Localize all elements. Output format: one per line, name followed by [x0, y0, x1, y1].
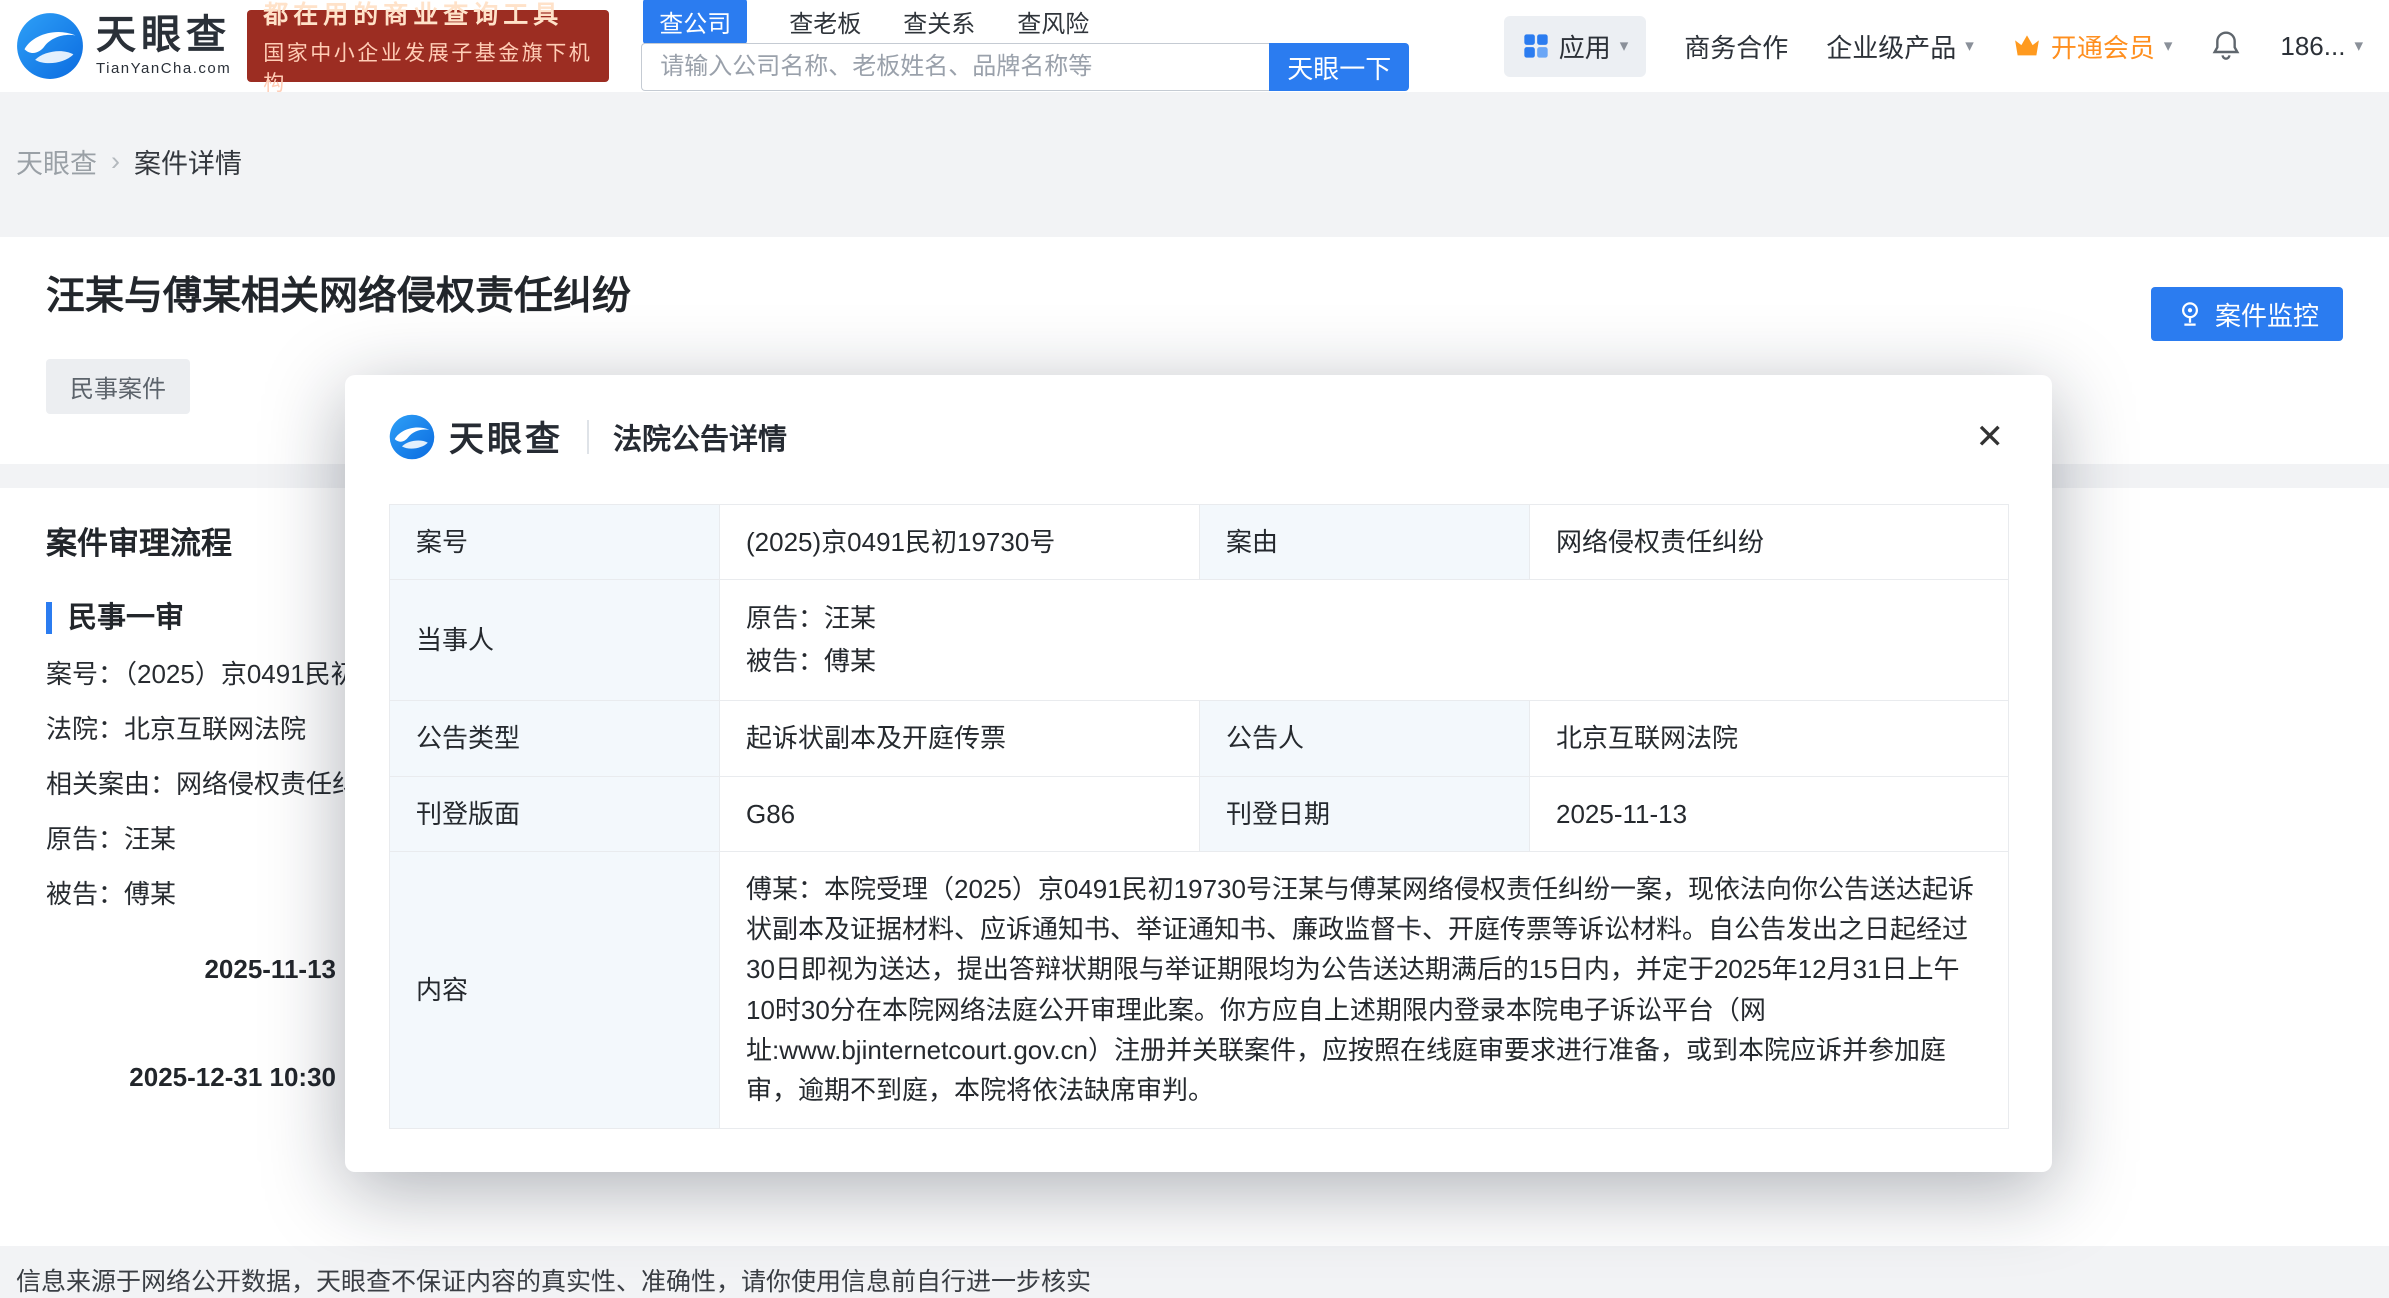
footer-disclaimer: 信息来源于网络公开数据，天眼查不保证内容的真实性、准确性，请你使用信息前自行进一… [16, 1268, 1092, 1296]
close-icon[interactable]: ✕ [1972, 416, 2009, 458]
court-notice-table: 案号 (2025)京0491民初19730号 案由 网络侵权责任纠纷 当事人 原… [389, 503, 2009, 1129]
case-timeline: 2025-11-13 2025-12-31 10:30 [46, 953, 382, 1093]
chevron-down-icon: ▾ [2163, 36, 2173, 55]
nav-apps[interactable]: 应用 ▾ [1503, 15, 1647, 77]
notice-type-value: 起诉状副本及开庭传票 [719, 700, 1200, 777]
promo-line-1: 都在用的商业查询工具 [263, 1, 564, 29]
top-header: 天眼查 TianYanCha.com 都在用的商业查询工具 国家中小企业发展子基… [0, 0, 2389, 95]
nav-enterprise-label: 企业级产品 [1826, 32, 1957, 63]
parties-label: 当事人 [389, 579, 720, 702]
search-area: 查公司 查老板 查关系 查风险 天眼一下 [641, 0, 1410, 91]
promo-line-2: 国家中小企业发展子基金旗下机构 [263, 42, 593, 95]
nav-vip-label: 开通会员 [2050, 32, 2155, 63]
search-tabs: 查公司 查老板 查关系 查风险 [641, 0, 1409, 44]
content-value: 傅某：本院受理（2025）京0491民初19730号汪某与傅某网络侵权责任纠纷一… [719, 850, 2009, 1129]
header-nav: 应用 ▾ 商务合作 企业级产品 ▾ 开通会员 ▾ 186... ▾ [1503, 15, 2363, 77]
modal-header: 天眼查 法院公告详情 ✕ [345, 375, 2052, 490]
brand-name: 天眼查 [96, 13, 231, 57]
chevron-down-icon: ▾ [2354, 36, 2363, 55]
nav-cooperation-label: 商务合作 [1684, 32, 1789, 63]
timeline-item: 2025-11-13 [46, 953, 382, 985]
announcer-value: 北京互联网法院 [1529, 700, 2009, 777]
parties-value: 原告：汪某 被告：傅某 [719, 579, 2009, 702]
timeline-date: 2025-11-13 [204, 954, 336, 984]
case-type-badge: 民事案件 [46, 359, 190, 414]
modal-title: 法院公告详情 [613, 423, 788, 456]
case-monitor-button[interactable]: 案件监控 [2150, 287, 2343, 341]
crown-icon [2014, 35, 2039, 56]
apps-grid-icon [1524, 34, 1548, 58]
search-tab-risk[interactable]: 查风险 [1017, 4, 1089, 39]
edition-value: G86 [719, 775, 1200, 852]
promo-banner: 都在用的商业查询工具 国家中小企业发展子基金旗下机构 [247, 1, 610, 95]
table-row: 案号 (2025)京0491民初19730号 案由 网络侵权责任纠纷 [389, 503, 2009, 581]
timeline-date: 2025-12-31 10:30 [129, 1062, 336, 1092]
nav-apps-label: 应用 [1558, 32, 1611, 63]
cause-value: 网络侵权责任纠纷 [1529, 503, 2009, 581]
monitor-camera-icon [2181, 302, 2198, 326]
timeline-item: 2025-12-31 10:30 [46, 1061, 382, 1093]
case-no-value: (2025)京0491民初19730号 [719, 503, 1200, 581]
defendant-line: 被告：傅某 [746, 646, 877, 677]
table-row: 当事人 原告：汪某 被告：傅某 [389, 579, 2009, 702]
breadcrumb-separator-icon: › [111, 146, 120, 176]
notification-bell[interactable] [2210, 30, 2242, 62]
nav-account-phone: 186... [2280, 30, 2346, 61]
chevron-down-icon: ▾ [1619, 36, 1629, 55]
nav-vip[interactable]: 开通会员 ▾ [2012, 28, 2173, 65]
brand-domain: TianYanCha.com [96, 60, 232, 77]
content-label: 内容 [389, 850, 720, 1129]
nav-account[interactable]: 186... ▾ [2280, 31, 2363, 62]
search-tab-company[interactable]: 查公司 [643, 0, 748, 44]
table-row: 刊登版面 G86 刊登日期 2025-11-13 [389, 775, 2009, 852]
case-monitor-label: 案件监控 [2214, 300, 2319, 331]
nav-enterprise[interactable]: 企业级产品 ▾ [1826, 28, 1974, 65]
search-input[interactable] [641, 43, 1270, 91]
search-tab-boss[interactable]: 查老板 [789, 4, 861, 39]
pub-date-label: 刊登日期 [1199, 775, 1530, 852]
page-title: 汪某与傅某相关网络侵权责任纠纷 [46, 275, 632, 318]
court-notice-modal: 天眼查 法院公告详情 ✕ 案号 (2025)京0491民初19730号 案由 网… [345, 375, 2052, 1172]
breadcrumb: 天眼查 › 案件详情 [0, 92, 2389, 181]
plaintiff-line: 原告：汪某 [746, 603, 877, 634]
edition-label: 刊登版面 [389, 775, 720, 852]
notice-type-label: 公告类型 [389, 700, 720, 777]
table-row: 公告类型 起诉状副本及开庭传票 公告人 北京互联网法院 [389, 700, 2009, 777]
chevron-down-icon: ▾ [1965, 36, 1974, 55]
tianyancha-logo-icon [389, 414, 435, 459]
cause-label: 案由 [1199, 503, 1530, 581]
pub-date-value: 2025-11-13 [1529, 775, 2009, 852]
table-row: 内容 傅某：本院受理（2025）京0491民初19730号汪某与傅某网络侵权责任… [389, 850, 2009, 1129]
logo[interactable]: 天眼查 TianYanCha.com [16, 12, 231, 80]
announcer-label: 公告人 [1199, 700, 1530, 777]
modal-header-divider [587, 419, 590, 454]
bell-icon [2212, 31, 2240, 60]
search-tab-relation[interactable]: 查关系 [903, 4, 975, 39]
search-button[interactable]: 天眼一下 [1269, 43, 1410, 91]
nav-cooperation[interactable]: 商务合作 [1684, 28, 1788, 65]
tianyancha-logo-icon [17, 13, 83, 79]
breadcrumb-current: 案件详情 [134, 149, 242, 179]
modal-brand-name: 天眼查 [449, 420, 564, 459]
breadcrumb-home[interactable]: 天眼查 [16, 142, 97, 181]
case-no-label: 案号 [389, 503, 720, 581]
